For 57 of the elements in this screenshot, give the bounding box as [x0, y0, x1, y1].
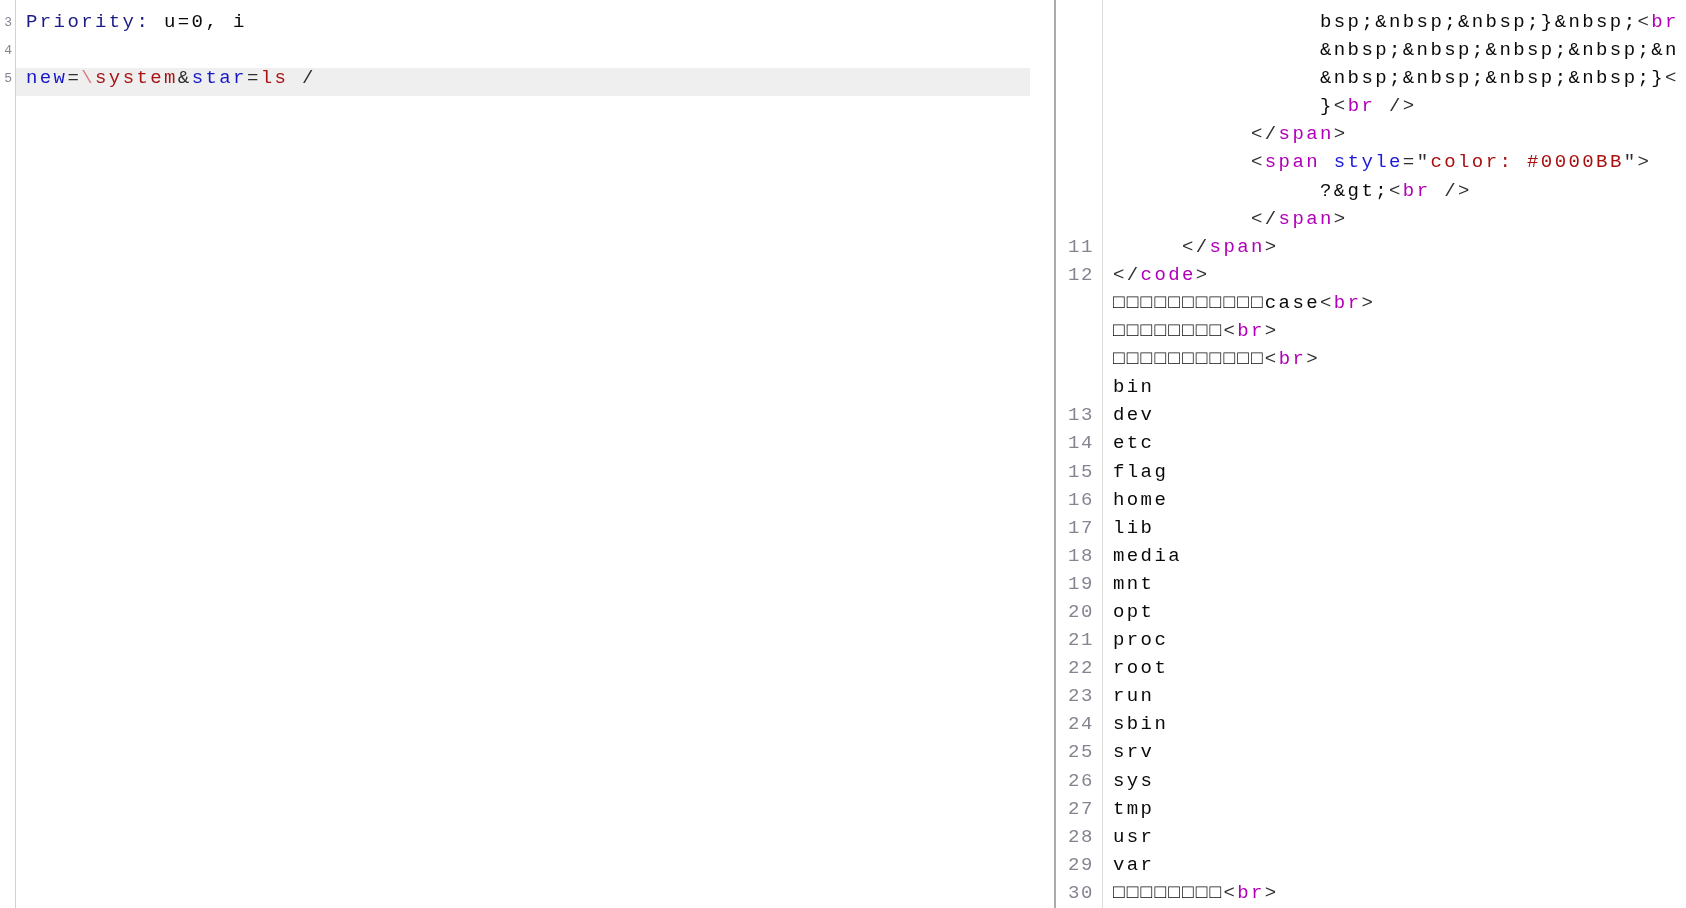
code-line: </code> — [1113, 263, 1210, 286]
line-number: 20 — [1068, 601, 1094, 623]
line-number: 14 — [1068, 433, 1094, 455]
code-line: &nbsp;&nbsp;&nbsp;&nbsp;&n — [1320, 39, 1679, 62]
code-line: </span> — [1251, 207, 1348, 230]
code-line: proc — [1113, 629, 1169, 652]
code-line: etc — [1113, 432, 1155, 455]
line-number: 19 — [1068, 573, 1094, 595]
code-line: run — [1113, 685, 1155, 708]
code-line: □□□□□□□□<br> — [1113, 881, 1279, 904]
code-line: flag — [1113, 460, 1169, 483]
line-number: 16 — [1068, 489, 1094, 511]
line-number: 28 — [1068, 826, 1094, 848]
code-line: home — [1113, 488, 1169, 511]
line-number: 25 — [1068, 742, 1094, 764]
code-line: tmp — [1113, 797, 1155, 820]
code-line: Priority: u=0, i — [26, 11, 247, 33]
line-number: 24 — [1068, 714, 1094, 736]
code-line: </span> — [1251, 123, 1348, 146]
code-line: lib — [1113, 516, 1155, 539]
line-number: 4 — [4, 42, 12, 61]
code-line: new=\system&star=ls / — [26, 67, 316, 90]
line-number: 15 — [1068, 461, 1094, 483]
code-line: usr — [1113, 825, 1155, 848]
code-line: }<br /> — [1320, 95, 1417, 118]
code-line: </span> — [1182, 235, 1279, 258]
code-line: var — [1113, 853, 1155, 876]
code-line: opt — [1113, 600, 1155, 623]
code-line: sbin — [1113, 713, 1169, 736]
line-number: 26 — [1068, 770, 1094, 792]
line-number: 17 — [1068, 517, 1094, 539]
line-number: 23 — [1068, 686, 1094, 708]
code-line: ?&gt;<br /> — [1320, 179, 1472, 202]
code-line: bsp;&nbsp;&nbsp;}&nbsp;<br — [1320, 11, 1679, 33]
code-line: media — [1113, 544, 1182, 567]
line-number: 3 — [4, 14, 12, 32]
code-line: &nbsp;&nbsp;&nbsp;&nbsp;}< — [1320, 67, 1679, 90]
code-line: srv — [1113, 741, 1155, 764]
line-number: 13 — [1068, 405, 1094, 427]
line-number: 11 — [1068, 236, 1094, 258]
code-line: root — [1113, 657, 1169, 680]
code-line: □□□□□□□□□□□<br> — [1113, 348, 1321, 371]
code-line: sys — [1113, 769, 1155, 792]
code-line: bin — [1113, 376, 1155, 399]
line-number: 22 — [1068, 658, 1094, 680]
code-line: dev — [1113, 404, 1155, 427]
line-number: 30 — [1068, 882, 1094, 904]
code-line: □□□□□□□□<br> — [1113, 320, 1279, 343]
line-number: 27 — [1068, 798, 1094, 820]
line-number: 12 — [1068, 264, 1094, 286]
code-line: mnt — [1113, 572, 1155, 595]
line-number: 5 — [4, 70, 12, 89]
code-line: □□□□□□□□□□□case<br> — [1113, 291, 1376, 314]
line-number: 29 — [1068, 854, 1094, 876]
code-line: <span style="color: #0000BB"> — [1251, 151, 1652, 174]
line-number: 18 — [1068, 545, 1094, 567]
line-number: 21 — [1068, 630, 1094, 652]
